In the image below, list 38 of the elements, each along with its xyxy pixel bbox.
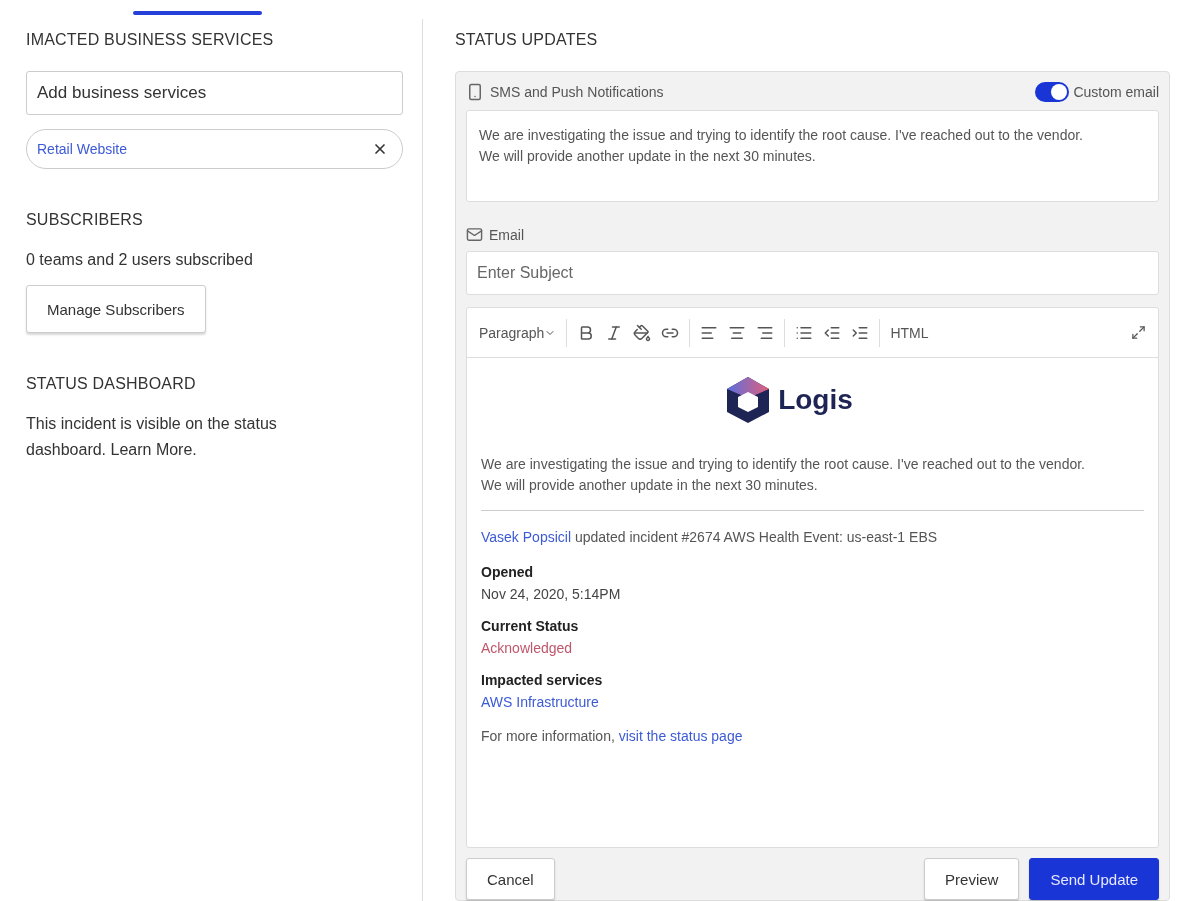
email-message: We are investigating the issue and trying to identify the root cause. I've reached out to the vendor. We will provide another update in the next 30 minutes. bbox=[481, 455, 1086, 495]
toggle-label: Custom email bbox=[1073, 84, 1159, 100]
paragraph-dropdown[interactable]: Paragraph bbox=[479, 324, 557, 341]
close-icon[interactable] bbox=[372, 141, 388, 157]
send-update-button[interactable]: Send Update bbox=[1029, 858, 1159, 900]
subject-field[interactable]: Enter Subject bbox=[466, 251, 1159, 295]
custom-email-toggle[interactable] bbox=[1035, 82, 1070, 102]
business-services-field[interactable]: Add business services bbox=[26, 71, 403, 115]
update-text: updated incident #2674 AWS Health Event: us-east-1 EBS bbox=[574, 529, 938, 545]
fullscreen-button[interactable] bbox=[1131, 325, 1146, 340]
mail-icon bbox=[466, 226, 483, 243]
field-value: Nov 24, 2020, 5:14PM bbox=[481, 586, 622, 602]
status-page-link[interactable]: visit the status page bbox=[618, 728, 743, 744]
section-heading: STATUS DASHBOARD bbox=[26, 375, 197, 393]
section-heading: IMACTED BUSINESS SERVICES bbox=[26, 31, 275, 49]
field-label: Impacted services bbox=[481, 672, 604, 688]
sms-message-field[interactable]: We are investigating the issue and trying to identify the root cause. I've reached out to the vendor. We will provide another update in the next 30 minutes. bbox=[466, 110, 1159, 202]
dashboard-description: This incident is visible on the status dashboard. Learn More. bbox=[26, 414, 278, 460]
section-heading: STATUS UPDATES bbox=[455, 31, 599, 49]
sms-label: SMS and Push Notifications bbox=[490, 84, 664, 100]
subscriber-summary: 0 teams and 2 users subscribed bbox=[26, 250, 254, 270]
email-label: Email bbox=[489, 226, 524, 243]
phone-icon bbox=[466, 83, 484, 101]
manage-subscribers-button[interactable]: Manage Subscribers bbox=[26, 285, 206, 333]
field-label: Current Status bbox=[481, 618, 580, 634]
tag-label: Retail Website bbox=[37, 141, 127, 157]
hexagon-logo-icon bbox=[726, 376, 771, 424]
author-link[interactable]: Vasek Popsicil bbox=[481, 529, 571, 545]
field-label: Opened bbox=[481, 564, 535, 580]
paint-bucket-button[interactable] bbox=[633, 323, 652, 342]
footer-text: For more information, bbox=[481, 728, 615, 744]
service-link[interactable]: AWS Infrastructure bbox=[481, 694, 599, 710]
cancel-button[interactable]: Cancel bbox=[466, 858, 555, 900]
html-button[interactable]: HTML bbox=[890, 324, 929, 341]
status-value: Acknowledged bbox=[481, 640, 574, 656]
preview-button[interactable]: Preview bbox=[924, 858, 1020, 900]
section-heading: SUBSCRIBERS bbox=[26, 211, 144, 229]
logo-text: Logis bbox=[778, 384, 853, 416]
